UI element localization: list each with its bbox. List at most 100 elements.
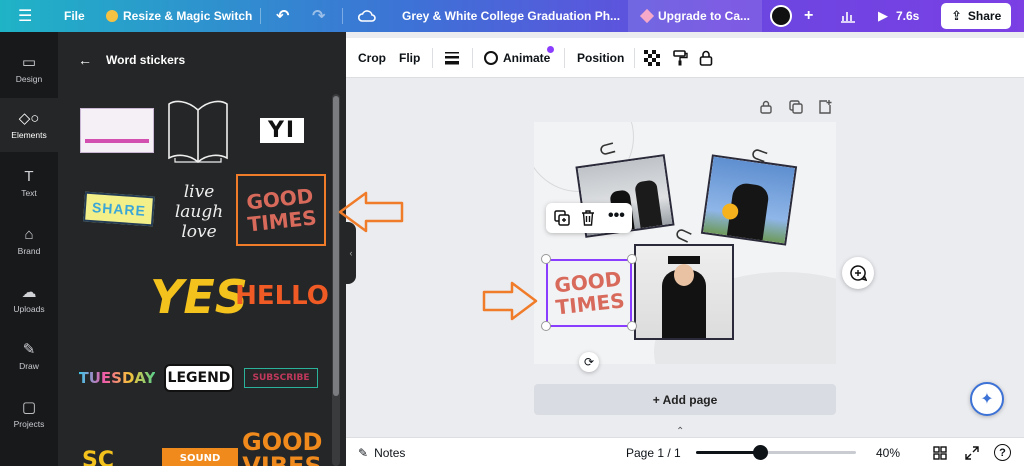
- document-title[interactable]: Grey & White College Graduation Ph...: [402, 0, 620, 32]
- sticker-subscribe[interactable]: SUBSCRIBE: [244, 368, 318, 388]
- resize-handle[interactable]: [541, 254, 551, 264]
- play-icon: ▶: [878, 8, 888, 23]
- rail-item-brand[interactable]: ⌂ Brand: [0, 214, 58, 268]
- add-page-icon[interactable]: [818, 100, 832, 117]
- zoom-level[interactable]: 40%: [876, 438, 900, 466]
- zoom-slider-knob[interactable]: [753, 445, 768, 460]
- transparency-icon[interactable]: [644, 38, 660, 78]
- sticker-good-times[interactable]: GOOD TIMES: [236, 174, 326, 246]
- magic-sparkle-icon[interactable]: ✦: [970, 382, 1004, 416]
- back-arrow-icon[interactable]: ←: [78, 52, 92, 68]
- sticker-subscribe-label: SUBSCRIBE: [252, 373, 310, 383]
- sticker-open-book[interactable]: [164, 94, 232, 168]
- resize-handle[interactable]: [627, 321, 637, 331]
- rail-item-text[interactable]: T Text: [0, 156, 58, 210]
- sticker-good-vibes-label: GOOD VIBES: [242, 428, 323, 466]
- word-stickers-panel: ← Word stickers YI SHARE live laugh love…: [58, 32, 346, 466]
- line-weight-icon[interactable]: [444, 38, 460, 78]
- sticker-sound[interactable]: SOUND: [162, 448, 238, 466]
- sticker-legend[interactable]: LEGEND: [164, 364, 234, 392]
- add-page-button[interactable]: + Add page: [534, 384, 836, 415]
- rail-item-projects[interactable]: ▢ Projects: [0, 387, 58, 441]
- add-people-icon[interactable]: +: [804, 0, 813, 32]
- add-comment-icon[interactable]: [842, 257, 874, 289]
- sticker-hello[interactable]: HELLO: [235, 276, 329, 316]
- position-button[interactable]: Position: [577, 38, 624, 78]
- shapes-icon: ◇○: [18, 109, 40, 127]
- page-lock-icon[interactable]: [760, 100, 772, 117]
- rail-item-elements[interactable]: ◇○ Elements: [0, 98, 58, 152]
- panel-scrollbar-thumb[interactable]: [333, 96, 339, 396]
- resize-handle[interactable]: [541, 321, 551, 331]
- rail-label: Draw: [19, 360, 39, 371]
- graduate-photo-3[interactable]: [634, 244, 734, 340]
- sticker-live-laugh-love[interactable]: live laugh love: [164, 172, 234, 252]
- upgrade-button[interactable]: Upgrade to Ca...: [628, 0, 762, 32]
- duplicate-page-icon[interactable]: [789, 100, 803, 117]
- sticker-tuesday[interactable]: TUESDAY: [76, 366, 158, 390]
- lock-icon[interactable]: [699, 38, 713, 78]
- animate-button[interactable]: Animate: [484, 38, 554, 78]
- cloud-sync-icon[interactable]: [358, 0, 376, 32]
- user-avatar[interactable]: [770, 0, 792, 32]
- sticker-good-times-label: GOOD TIMES: [245, 183, 318, 237]
- sticker-good-vibes[interactable]: GOOD VIBES: [240, 430, 324, 466]
- duplicate-icon[interactable]: [554, 210, 570, 231]
- resize-handle[interactable]: [627, 254, 637, 264]
- crop-button[interactable]: Crop: [358, 38, 386, 78]
- present-button[interactable]: ▶ 7.6s: [878, 0, 919, 32]
- rotate-handle-icon[interactable]: ⟳: [579, 352, 599, 372]
- top-bar: ☰ File Resize & Magic Switch ↶ ↷ Grey & …: [0, 0, 1024, 32]
- graduate-face: [674, 264, 694, 286]
- page-indicator[interactable]: Page 1 / 1: [626, 438, 681, 466]
- chevron-left-icon: ‹: [349, 248, 353, 258]
- folder-icon: ▢: [21, 398, 37, 416]
- arrow-left-annotation-icon: [338, 191, 404, 233]
- rail-item-draw[interactable]: ✎ Draw: [0, 329, 58, 383]
- fullscreen-icon[interactable]: [965, 438, 979, 466]
- more-options-icon[interactable]: •••: [608, 207, 625, 225]
- graduate-photo-2[interactable]: [700, 154, 798, 246]
- file-menu[interactable]: File: [64, 0, 85, 32]
- divider: [634, 48, 635, 68]
- chevron-up-icon[interactable]: ⌃: [676, 426, 684, 437]
- panel-title: Word stickers: [106, 53, 186, 67]
- sticker-yes-label: YES: [150, 270, 248, 324]
- sticker-yi[interactable]: YI: [244, 116, 320, 144]
- rail-item-design[interactable]: ▭ Design: [0, 42, 58, 96]
- rail-item-uploads[interactable]: ☁ Uploads: [0, 272, 58, 326]
- redo-icon[interactable]: ↷: [312, 0, 325, 32]
- left-rail: ▭ Design ◇○ Elements T Text ⌂ Brand ☁ Up…: [0, 32, 58, 466]
- design-page[interactable]: ⊂ ⊂ ⊂ GOOD TIMES: [534, 122, 836, 364]
- cloud-upload-icon: ☁: [21, 283, 37, 301]
- element-toolbar: Crop Flip Animate Position: [346, 38, 1024, 78]
- sticker-sc[interactable]: SC: [78, 448, 118, 466]
- notification-dot: [547, 46, 554, 53]
- layout-icon: ▭: [21, 53, 37, 71]
- sticker-share-label: SHARE: [91, 199, 147, 219]
- flip-button[interactable]: Flip: [399, 38, 420, 78]
- selected-sticker-frame[interactable]: GOOD TIMES: [546, 259, 632, 327]
- undo-icon[interactable]: ↶: [276, 0, 289, 32]
- analytics-icon[interactable]: [840, 0, 856, 32]
- paint-roller-icon[interactable]: [672, 38, 688, 78]
- hamburger-icon[interactable]: ☰: [18, 0, 32, 32]
- notes-button[interactable]: ✎ Notes: [358, 438, 405, 466]
- grid-view-icon[interactable]: [933, 438, 947, 466]
- zoom-slider[interactable]: [696, 438, 856, 466]
- help-icon[interactable]: ?: [994, 438, 1011, 466]
- text-icon: T: [24, 167, 34, 185]
- sticker-yi-label: YI: [259, 117, 305, 143]
- upgrade-label: Upgrade to Ca...: [658, 9, 751, 23]
- sticker-yes[interactable]: YES: [150, 266, 248, 328]
- crown-icon: [106, 10, 118, 22]
- sticker-thumbnail[interactable]: [80, 108, 154, 153]
- share-label: Share: [967, 9, 1002, 23]
- resize-button[interactable]: Resize & Magic Switch: [106, 0, 252, 32]
- notes-icon: ✎: [358, 445, 369, 460]
- rail-label: Projects: [13, 418, 45, 429]
- share-button[interactable]: ⇪ Share: [941, 3, 1012, 29]
- trash-icon[interactable]: [581, 210, 595, 231]
- sticker-share[interactable]: SHARE: [83, 191, 155, 227]
- divider: [564, 48, 565, 68]
